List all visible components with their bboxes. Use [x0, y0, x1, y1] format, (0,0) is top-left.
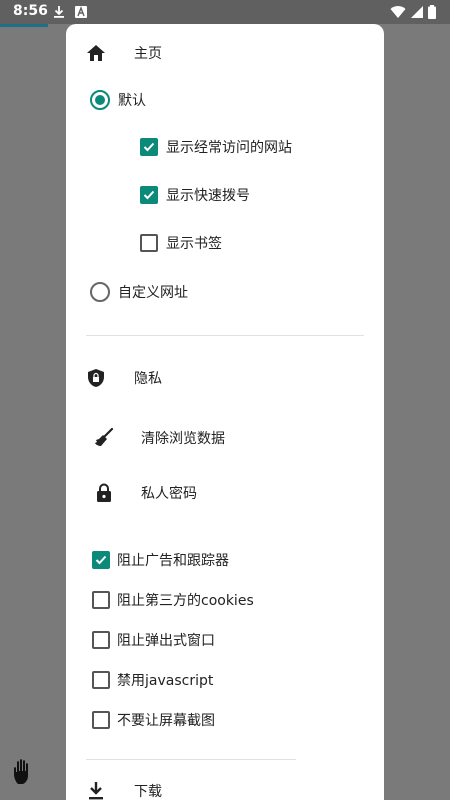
option-block-ads-trackers[interactable]: 阻止广告和跟踪器	[92, 550, 229, 570]
status-time: 8:56	[13, 3, 48, 19]
option-bookmarks[interactable]: 显示书签	[140, 233, 222, 253]
radio-custom-url[interactable]	[90, 282, 110, 302]
home-section-label: 主页	[134, 46, 162, 62]
radio-default-homepage[interactable]: 默认	[90, 88, 146, 112]
bookmarks-label: 显示书签	[166, 236, 222, 252]
downloads-section-header[interactable]: 下载	[86, 780, 162, 800]
block-ads-trackers-label: 阻止广告和跟踪器	[117, 553, 229, 569]
divider	[86, 335, 364, 336]
option-frequent-sites[interactable]: 显示经常访问的网站	[140, 137, 292, 157]
block-screenshots-label: 不要让屏幕截图	[117, 713, 215, 729]
divider	[86, 759, 296, 760]
download-icon	[89, 782, 103, 800]
option-disable-javascript[interactable]: 禁用javascript	[92, 670, 213, 690]
checkbox-block-ads-trackers[interactable]	[92, 551, 110, 569]
shield-lock-icon	[88, 369, 104, 387]
broom-icon	[95, 428, 114, 446]
checkbox-block-screenshots[interactable]	[92, 711, 110, 729]
speed-dial-label: 显示快速拨号	[166, 188, 250, 204]
hand-icon[interactable]	[12, 758, 38, 786]
option-block-third-party-cookies[interactable]: 阻止第三方的cookies	[92, 590, 254, 610]
private-password-label: 私人密码	[141, 486, 197, 502]
clear-browsing-data-label: 清除浏览数据	[141, 431, 225, 447]
option-block-popups[interactable]: 阻止弹出式窗口	[92, 630, 215, 650]
privacy-section-header[interactable]: 隐私	[86, 366, 162, 390]
radio-default-label: 默认	[118, 93, 146, 109]
app-status-icon	[75, 6, 87, 18]
checkbox-frequent-sites[interactable]	[140, 138, 158, 156]
page-load-progress	[0, 24, 48, 27]
checkbox-disable-javascript[interactable]	[92, 671, 110, 689]
checkbox-block-popups[interactable]	[92, 631, 110, 649]
clear-browsing-data-item[interactable]: 清除浏览数据	[94, 426, 225, 450]
download-status-icon	[54, 6, 64, 18]
settings-menu-panel: 主页 默认 显示经常访问的网站 显示快速拨号 显示书签 自定义网址 隐私 清除浏…	[66, 24, 384, 800]
option-speed-dial[interactable]: 显示快速拨号	[140, 185, 250, 205]
radio-default[interactable]	[90, 90, 110, 110]
privacy-section-label: 隐私	[134, 371, 162, 387]
checkbox-speed-dial[interactable]	[140, 186, 158, 204]
checkbox-block-third-party-cookies[interactable]	[92, 591, 110, 609]
signal-icon	[411, 6, 423, 18]
block-third-party-cookies-label: 阻止第三方的cookies	[117, 593, 254, 609]
downloads-section-label: 下载	[134, 784, 162, 800]
wifi-icon	[390, 6, 406, 19]
block-popups-label: 阻止弹出式窗口	[117, 633, 215, 649]
battery-icon	[428, 5, 436, 19]
status-bar: 8:56	[0, 0, 450, 24]
disable-javascript-label: 禁用javascript	[117, 673, 214, 689]
home-section-header[interactable]: 主页	[86, 42, 162, 64]
radio-custom-url-homepage[interactable]: 自定义网址	[90, 280, 188, 304]
checkbox-bookmarks[interactable]	[140, 234, 158, 252]
radio-custom-url-label: 自定义网址	[118, 285, 188, 301]
private-password-item[interactable]: 私人密码	[94, 481, 197, 505]
lock-icon	[97, 483, 111, 502]
option-block-screenshots[interactable]: 不要让屏幕截图	[92, 710, 215, 730]
home-icon	[87, 45, 105, 61]
frequent-sites-label: 显示经常访问的网站	[166, 140, 292, 156]
